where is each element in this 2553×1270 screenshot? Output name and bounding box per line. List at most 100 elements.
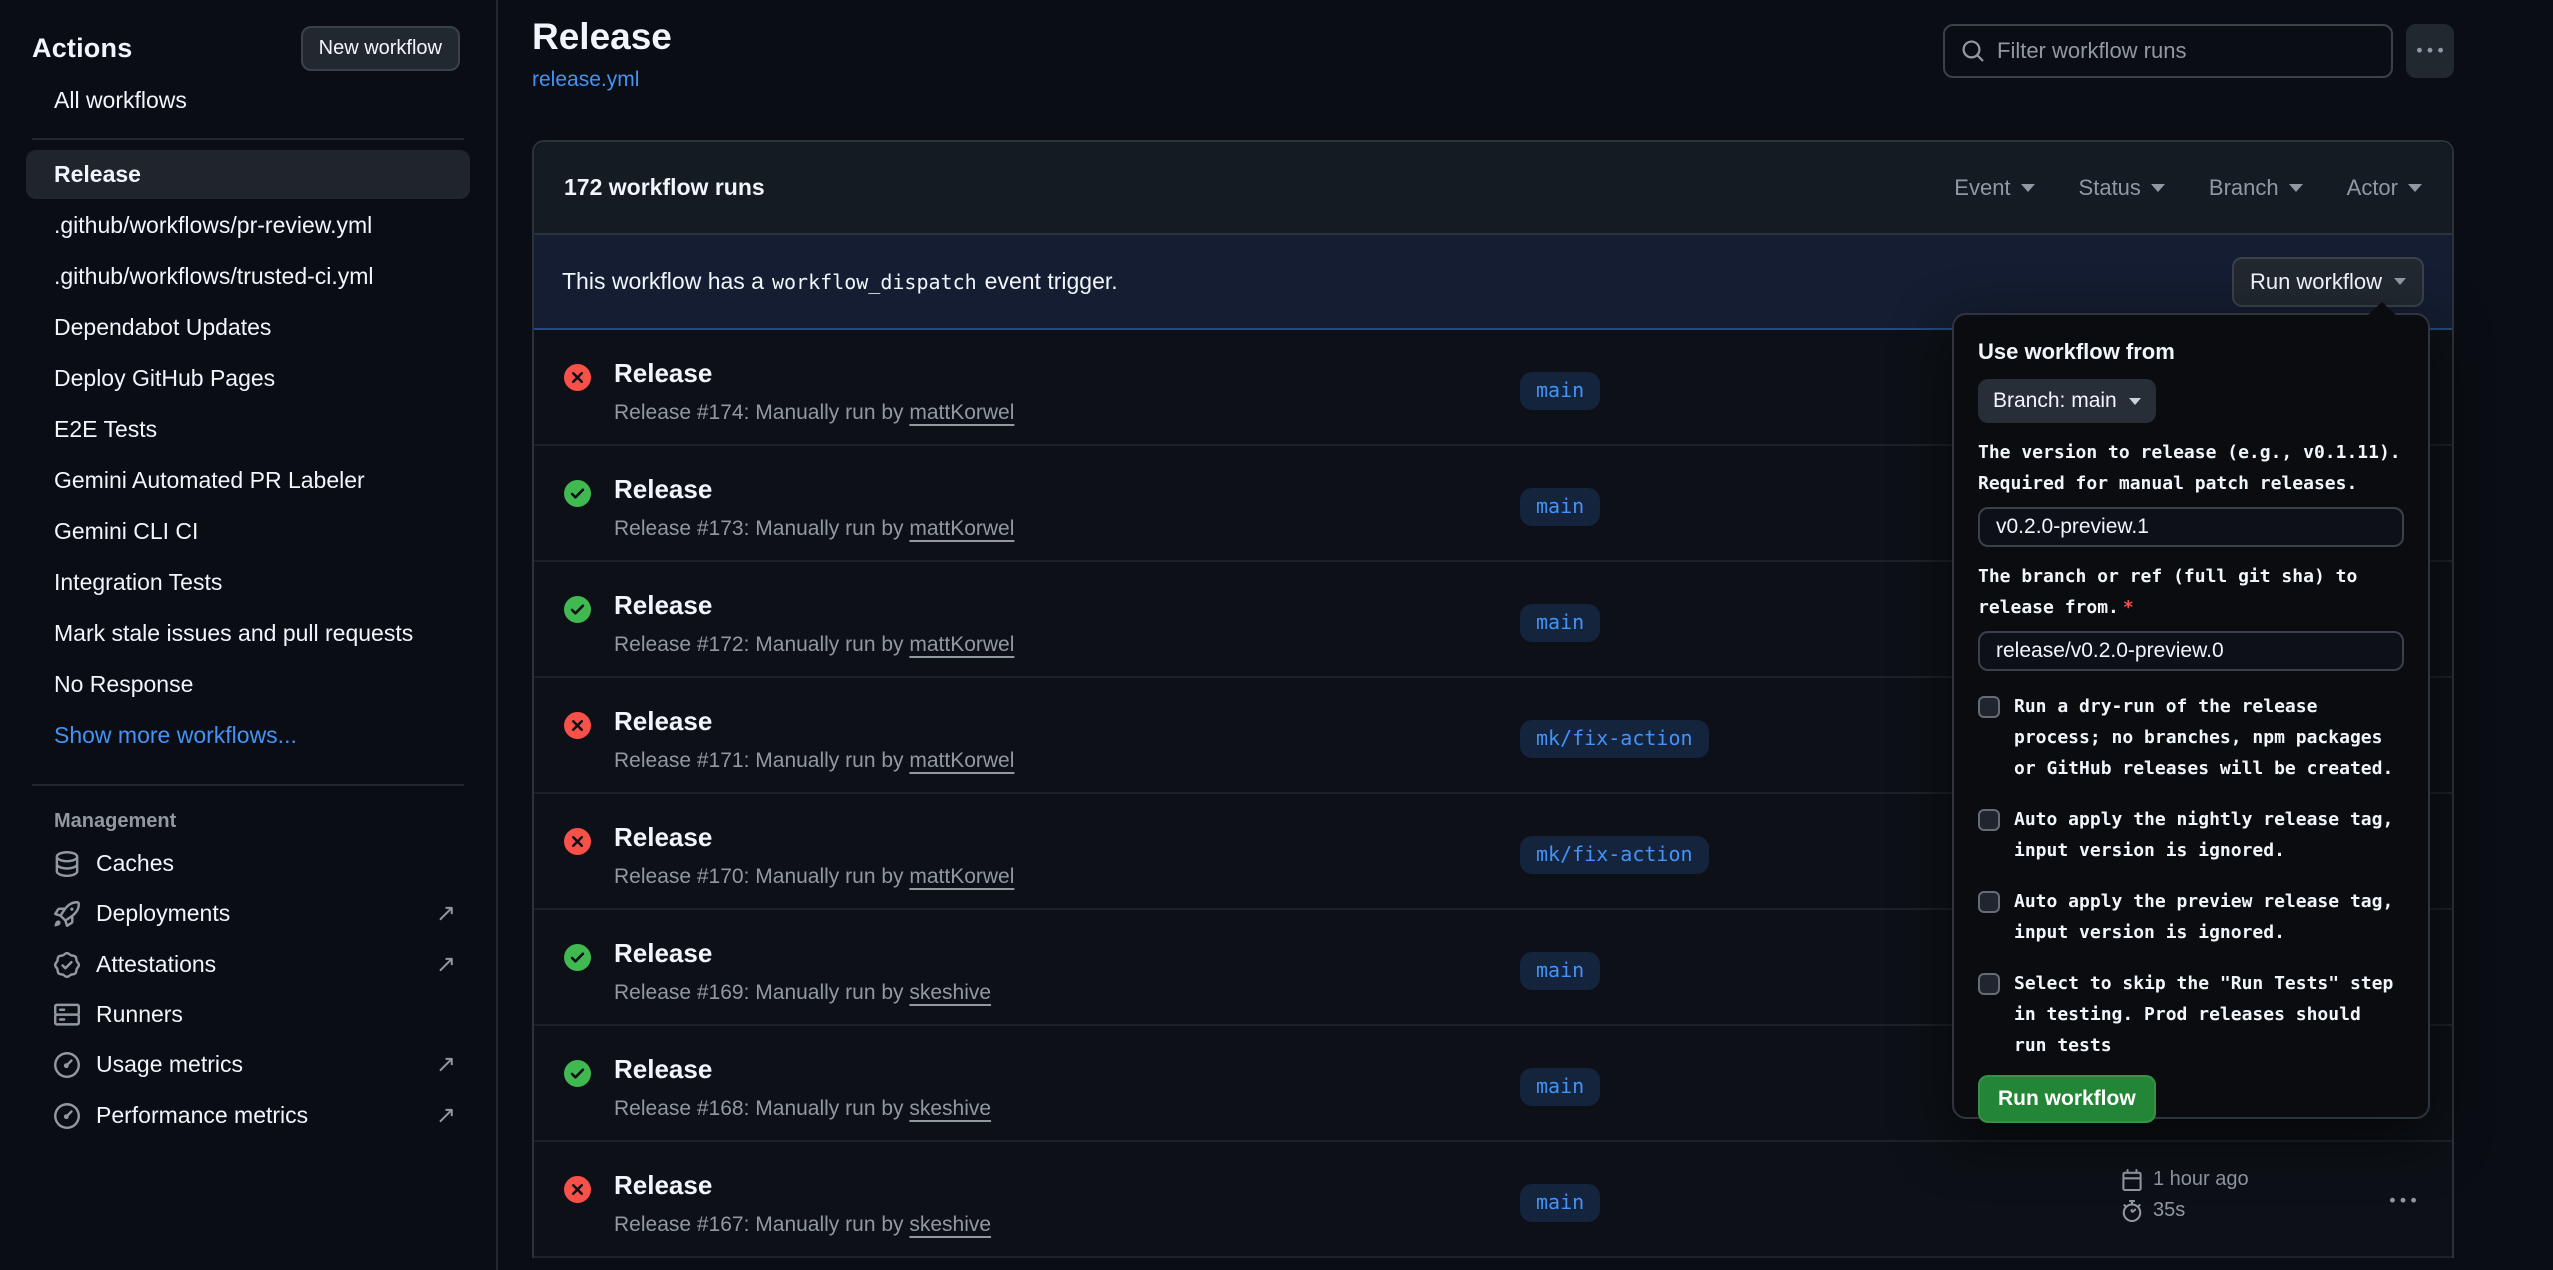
new-workflow-button[interactable]: New workflow (301, 26, 460, 71)
meter-icon (54, 1052, 80, 1078)
chevron-down-icon (2021, 184, 2035, 192)
branch-badge[interactable]: mk/fix-action (1520, 836, 1709, 874)
sidebar-item-dependabot-updates[interactable]: Dependabot Updates (26, 303, 470, 352)
run-title-link[interactable]: Release (614, 822, 712, 852)
kebab-icon (2390, 1188, 2416, 1214)
ref-input[interactable] (1978, 631, 2404, 671)
sidebar-item-integration-tests[interactable]: Integration Tests (26, 558, 470, 607)
actor-link[interactable]: mattKorwel (909, 633, 1014, 656)
stopwatch-icon (2121, 1200, 2143, 1222)
external-link-icon: ↗ (436, 899, 456, 928)
kebab-icon (2417, 38, 2443, 64)
actor-link[interactable]: mattKorwel (909, 865, 1014, 888)
nightly-tag-checkbox-row[interactable]: Auto apply the nightly release tag, inpu… (1978, 804, 2404, 866)
sidebar-item-trusted-ci[interactable]: .github/workflows/trusted-ci.yml (26, 252, 470, 301)
run-status-icon (564, 1176, 591, 1203)
actor-link[interactable]: mattKorwel (909, 749, 1014, 772)
sidebar-item-release[interactable]: Release (26, 150, 470, 199)
page-kebab-menu-button[interactable] (2406, 24, 2454, 78)
sidebar-item-deploy-github-pages[interactable]: Deploy GitHub Pages (26, 354, 470, 403)
run-kebab-menu-button[interactable] (2390, 1188, 2416, 1217)
external-link-icon: ↗ (436, 1101, 456, 1130)
skip-tests-checkbox-row[interactable]: Select to skip the "Run Tests" step in t… (1978, 968, 2404, 1061)
run-description-text: Release #171: Manually run by (614, 749, 904, 772)
sidebar-item-label: Release (54, 161, 141, 187)
run-title-link[interactable]: Release (614, 590, 712, 620)
run-status-icon (564, 364, 591, 391)
actor-link[interactable]: skeshive (909, 1213, 991, 1236)
filter-workflow-runs-input[interactable] (1997, 38, 2375, 64)
workflow-run-row[interactable]: Release Release #167: Manually run by sk… (534, 1142, 2452, 1258)
run-title-link[interactable]: Release (614, 1054, 712, 1084)
actor-link[interactable]: mattKorwel (909, 517, 1014, 540)
chevron-down-icon (2129, 398, 2141, 405)
dry-run-checkbox-row[interactable]: Run a dry-run of the release process; no… (1978, 691, 2404, 784)
branch-badge[interactable]: mk/fix-action (1520, 720, 1709, 758)
banner-text: This workflow has a (562, 268, 764, 295)
checkbox-label: Auto apply the nightly release tag, inpu… (2014, 804, 2404, 866)
branch-badge[interactable]: main (1520, 952, 1600, 990)
runs-card-header: 172 workflow runs Event Status Branch Ac… (534, 142, 2452, 235)
sidebar-item-gemini-cli-ci[interactable]: Gemini CLI CI (26, 507, 470, 556)
event-filter-dropdown[interactable]: Event (1954, 175, 2034, 201)
sidebar-item-label: E2E Tests (54, 416, 157, 442)
sidebar-divider (32, 138, 464, 140)
branch-badge[interactable]: main (1520, 1184, 1600, 1222)
sidebar-item-caches[interactable]: Caches (0, 839, 496, 888)
sidebar-item-usage-metrics[interactable]: Usage metrics ↗ (0, 1039, 496, 1090)
sidebar-item-pr-review[interactable]: .github/workflows/pr-review.yml (26, 201, 470, 250)
run-status-icon (564, 480, 591, 507)
run-status-icon (564, 1060, 591, 1087)
show-more-workflows-link[interactable]: Show more workflows... (26, 711, 470, 760)
sidebar-item-attestations[interactable]: Attestations ↗ (0, 939, 496, 990)
branch-filter-dropdown[interactable]: Branch (2209, 175, 2303, 201)
sidebar-item-all-workflows[interactable]: All workflows (0, 71, 496, 114)
required-marker: * (2123, 597, 2134, 618)
run-time: 1 hour ago (2153, 1168, 2249, 1191)
management-list: Caches Deployments ↗ Attestations ↗ Runn… (0, 839, 496, 1141)
workflow-file-link[interactable]: release.yml (532, 68, 639, 92)
run-title-link[interactable]: Release (614, 1170, 712, 1200)
branch-badge[interactable]: main (1520, 1068, 1600, 1106)
run-duration: 35s (2153, 1199, 2185, 1222)
checkbox-label: Auto apply the preview release tag, inpu… (2014, 886, 2404, 948)
run-description-text: Release #174: Manually run by (614, 401, 904, 424)
branch-selector-button[interactable]: Branch: main (1978, 379, 2156, 423)
sidebar-item-performance-metrics[interactable]: Performance metrics ↗ (0, 1090, 496, 1141)
sidebar-item-e2e-tests[interactable]: E2E Tests (26, 405, 470, 454)
run-workflow-submit-button[interactable]: Run workflow (1978, 1075, 2156, 1123)
checkbox-icon[interactable] (1978, 973, 2000, 995)
run-title-link[interactable]: Release (614, 358, 712, 388)
checkbox-icon[interactable] (1978, 891, 2000, 913)
sidebar-item-runners[interactable]: Runners (0, 990, 496, 1039)
run-title-link[interactable]: Release (614, 474, 712, 504)
meter-icon (54, 1103, 80, 1129)
run-title-link[interactable]: Release (614, 938, 712, 968)
branch-badge[interactable]: main (1520, 488, 1600, 526)
version-input[interactable] (1978, 507, 2404, 547)
sidebar-item-deployments[interactable]: Deployments ↗ (0, 888, 496, 939)
actions-sidebar: Actions New workflow All workflows Relea… (0, 0, 498, 1270)
ref-help-text: The branch or ref (full git sha) to rele… (1978, 561, 2404, 623)
filter-workflow-runs-field[interactable] (1943, 24, 2393, 78)
status-filter-dropdown[interactable]: Status (2079, 175, 2165, 201)
actor-link[interactable]: mattKorwel (909, 401, 1014, 424)
actor-link[interactable]: skeshive (909, 1097, 991, 1120)
checkbox-icon[interactable] (1978, 809, 2000, 831)
checkbox-icon[interactable] (1978, 696, 2000, 718)
branch-badge[interactable]: main (1520, 372, 1600, 410)
branch-badge[interactable]: main (1520, 604, 1600, 642)
run-workflow-panel: Use workflow from Branch: main The versi… (1952, 313, 2430, 1119)
preview-tag-checkbox-row[interactable]: Auto apply the preview release tag, inpu… (1978, 886, 2404, 948)
workflow-list: Release .github/workflows/pr-review.yml … (0, 150, 496, 760)
chevron-down-icon (2394, 278, 2406, 285)
actor-link[interactable]: skeshive (909, 981, 991, 1004)
run-workflow-dropdown-button[interactable]: Run workflow (2232, 257, 2424, 307)
filter-label: Actor (2347, 175, 2398, 201)
actor-filter-dropdown[interactable]: Actor (2347, 175, 2422, 201)
run-description-text: Release #169: Manually run by (614, 981, 904, 1004)
sidebar-item-no-response[interactable]: No Response (26, 660, 470, 709)
run-title-link[interactable]: Release (614, 706, 712, 736)
sidebar-item-gemini-pr-labeler[interactable]: Gemini Automated PR Labeler (26, 456, 470, 505)
sidebar-item-mark-stale[interactable]: Mark stale issues and pull requests (26, 609, 470, 658)
